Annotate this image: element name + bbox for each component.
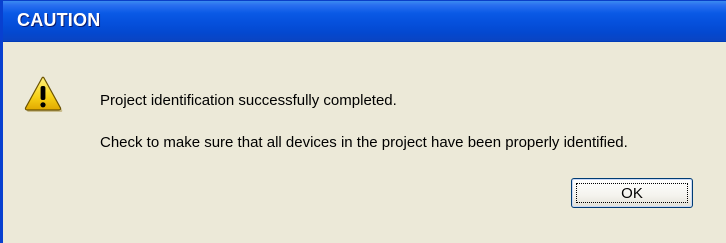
ok-button[interactable]: OK bbox=[571, 178, 693, 208]
dialog-body: Project identification successfully comp… bbox=[3, 42, 726, 243]
message-line-1: Project identification successfully comp… bbox=[100, 92, 397, 109]
ok-button-label: OK bbox=[621, 185, 643, 202]
dialog-title: CAUTION bbox=[17, 10, 101, 30]
title-bar[interactable]: CAUTION bbox=[3, 1, 726, 42]
message-line-2: Check to make sure that all devices in t… bbox=[100, 134, 628, 151]
caution-dialog: CAUTION Project identification successfu… bbox=[0, 0, 726, 243]
warning-icon bbox=[24, 76, 63, 112]
